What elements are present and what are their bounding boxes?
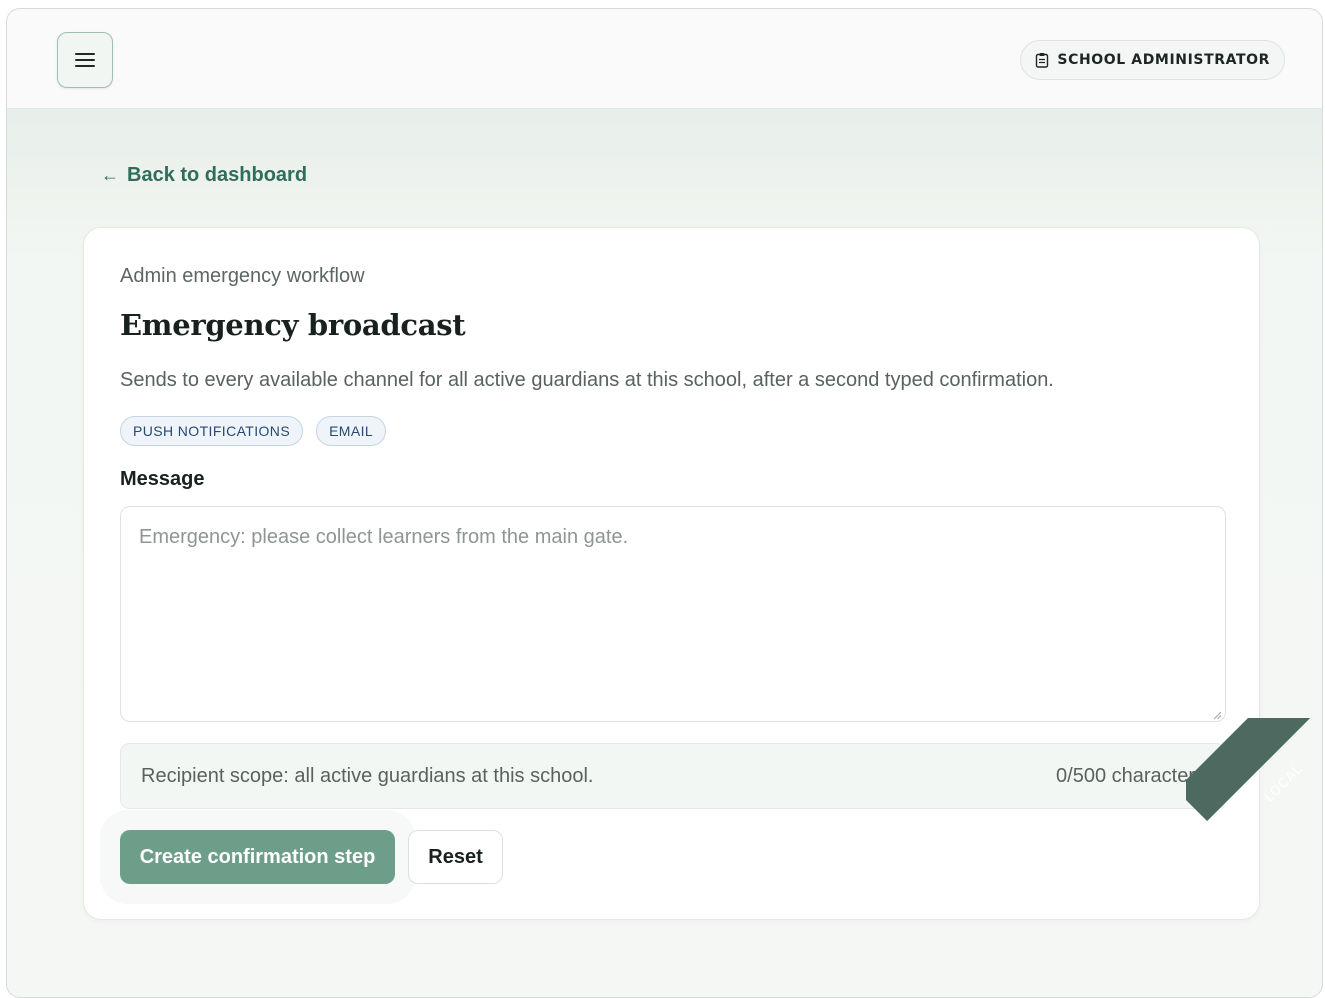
workflow-eyebrow: Admin emergency workflow xyxy=(120,265,365,287)
back-to-dashboard-link[interactable]: ← Back to dashboard xyxy=(101,164,307,187)
top-bar: SCHOOL ADMINISTRATOR xyxy=(7,9,1322,109)
channel-chips: PUSH NOTIFICATIONS EMAIL xyxy=(120,416,387,446)
channel-chip-push: PUSH NOTIFICATIONS xyxy=(120,416,304,446)
character-counter: 0/500 characters xyxy=(1056,764,1205,787)
page-description: Sends to every available channel for all… xyxy=(120,369,1054,391)
back-link-label: Back to dashboard xyxy=(127,164,308,186)
app-frame: SCHOOL ADMINISTRATOR ← Back to dashboard… xyxy=(6,8,1323,998)
reset-button[interactable]: Reset xyxy=(408,830,503,884)
page-title: Emergency broadcast xyxy=(120,308,466,342)
message-textarea[interactable] xyxy=(120,506,1226,722)
resize-grip-icon[interactable] xyxy=(1212,710,1222,720)
recipient-scope-text: Recipient scope: all active guardians at… xyxy=(141,764,594,787)
channel-chip-email: EMAIL xyxy=(316,416,387,446)
menu-button[interactable] xyxy=(57,32,113,88)
broadcast-card: Admin emergency workflow Emergency broad… xyxy=(83,227,1260,920)
hamburger-icon xyxy=(75,53,95,67)
recipient-scope-panel: Recipient scope: all active guardians at… xyxy=(120,743,1226,809)
role-badge[interactable]: SCHOOL ADMINISTRATOR xyxy=(1020,40,1285,80)
role-label: SCHOOL ADMINISTRATOR xyxy=(1057,52,1270,68)
back-arrow-icon: ← xyxy=(101,165,119,185)
form-actions: Create confirmation step Reset xyxy=(120,830,503,884)
clipboard-icon xyxy=(1036,53,1049,68)
message-label: Message xyxy=(120,468,205,490)
create-confirmation-step-button[interactable]: Create confirmation step xyxy=(120,830,395,884)
